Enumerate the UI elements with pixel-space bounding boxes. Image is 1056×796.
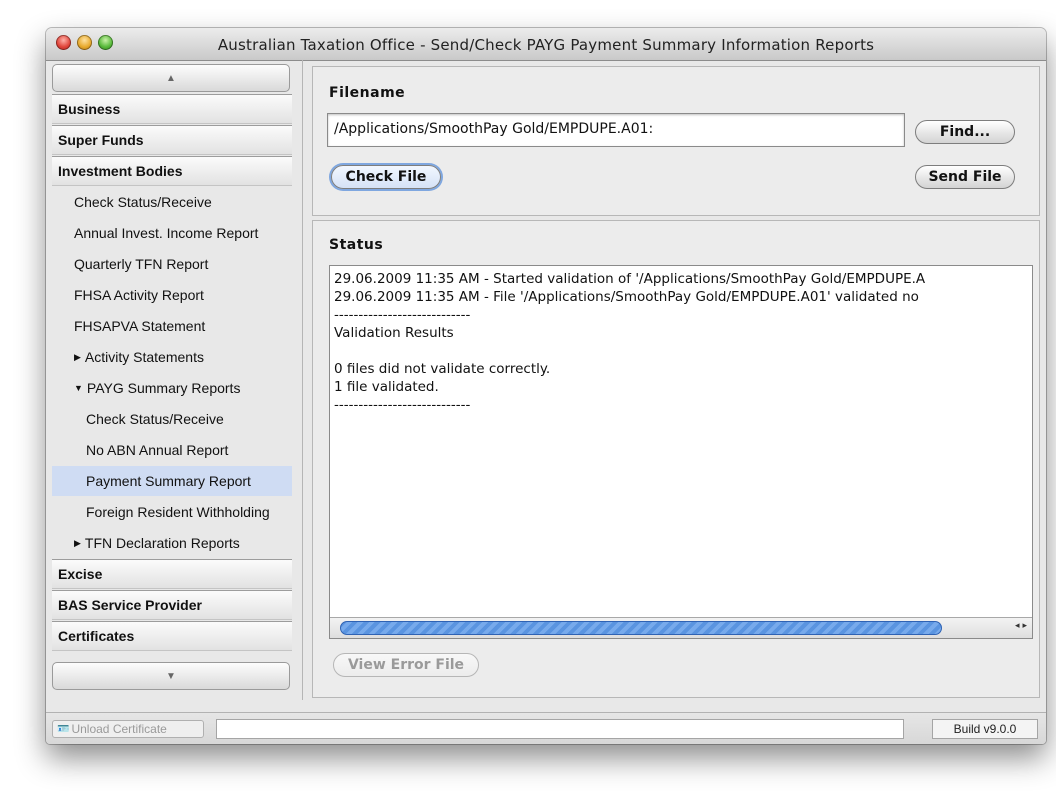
sidebar-item-label: FHSAPVA Statement	[74, 318, 206, 334]
sidebar-item-label: BAS Service Provider	[58, 597, 202, 613]
sidebar-item-label: Annual Invest. Income Report	[74, 225, 259, 241]
sidebar-item-no-abn-annual-report[interactable]: No ABN Annual Report	[52, 435, 292, 465]
disclosure-expanded-icon[interactable]: ▼	[74, 383, 83, 393]
view-error-file-button[interactable]: View Error File	[333, 653, 479, 677]
status-pane: Status 29.06.2009 11:35 AM - Started val…	[312, 220, 1040, 698]
unload-certificate-label: Unload Certificate	[71, 722, 167, 736]
sidebar-item-label: Business	[58, 101, 121, 117]
sidebar-item-label: Certificates	[58, 628, 135, 644]
status-log-line: 0 files did not validate correctly.	[334, 361, 551, 377]
sidebar-item-label: Check Status/Receive	[74, 194, 212, 210]
sidebar-item-quarterly-tfn-report[interactable]: Quarterly TFN Report	[52, 249, 292, 279]
sidebar-item-activity-statements[interactable]: ▶ Activity Statements	[52, 342, 292, 372]
status-log-line: 29.06.2009 11:35 AM - File '/Application…	[334, 289, 919, 305]
sidebar-item-label: Investment Bodies	[58, 163, 183, 179]
status-log-line: Validation Results	[334, 325, 454, 341]
status-log-line: 29.06.2009 11:35 AM - Started validation…	[334, 271, 926, 287]
sidebar-item-label: Activity Statements	[84, 349, 204, 365]
build-version: Build v9.0.0	[932, 719, 1038, 739]
sidebar-item-label: Excise	[58, 566, 103, 582]
sidebar-item-label: TFN Declaration Reports	[84, 535, 240, 551]
disclosure-collapsed-icon[interactable]: ▶	[74, 538, 81, 549]
check-file-button[interactable]: Check File	[331, 165, 441, 189]
status-log-line: 1 file validated.	[334, 379, 439, 395]
filename-label: Filename	[329, 85, 406, 101]
app-window: Australian Taxation Office - Send/Check …	[46, 28, 1046, 744]
sidebar-item-label: Quarterly TFN Report	[74, 256, 209, 272]
sidebar-section-certificates[interactable]: Certificates	[52, 621, 292, 651]
sidebar-item-foreign-resident-withholding[interactable]: Foreign Resident Withholding	[52, 497, 292, 527]
sidebar-item-payment-summary-report[interactable]: Payment Summary Report	[52, 466, 292, 496]
filename-input[interactable]: /Applications/SmoothPay Gold/EMPDUPE.A01…	[327, 113, 905, 147]
sidebar-section-bas-service-provider[interactable]: BAS Service Provider	[52, 590, 292, 620]
status-message-field	[216, 719, 904, 739]
status-log-line	[334, 342, 925, 360]
sidebar-item-annual-invest-income-report[interactable]: Annual Invest. Income Report	[52, 218, 292, 248]
sidebar-item-check-status-receive[interactable]: Check Status/Receive	[52, 404, 292, 434]
filename-pane: Filename /Applications/SmoothPay Gold/EM…	[312, 66, 1040, 216]
sidebar-section-excise[interactable]: Excise	[52, 559, 292, 589]
certificate-icon: 🪪	[57, 723, 70, 735]
status-log[interactable]: 29.06.2009 11:35 AM - Started validation…	[329, 265, 1033, 639]
sidebar-item-fhsa-activity-report[interactable]: FHSA Activity Report	[52, 280, 292, 310]
sidebar-item-label: Foreign Resident Withholding	[86, 504, 270, 520]
disclosure-collapsed-icon[interactable]: ▶	[74, 352, 81, 363]
sidebar-item-payg-summary-reports[interactable]: ▼ PAYG Summary Reports	[52, 373, 292, 403]
bottom-status-bar: 🪪 Unload Certificate Build v9.0.0	[46, 712, 1046, 744]
status-label: Status	[329, 237, 384, 253]
sidebar-scroll-down-button[interactable]: ▼	[52, 662, 290, 690]
sidebar-item-tfn-declaration-reports[interactable]: ▶ TFN Declaration Reports	[52, 528, 292, 558]
status-horizontal-scrollbar[interactable]: ◂▸	[330, 617, 1032, 638]
sidebar-section-investment-bodies[interactable]: Investment Bodies	[52, 156, 292, 186]
sidebar-item-fhsapva-statement[interactable]: FHSAPVA Statement	[52, 311, 292, 341]
sidebar-item-label: Super Funds	[58, 132, 144, 148]
triangle-down-icon: ▼	[166, 670, 176, 682]
sidebar-section-business[interactable]: Business	[52, 94, 292, 124]
scrollbar-thumb[interactable]	[340, 621, 942, 635]
status-log-line: ----------------------------	[334, 397, 471, 413]
sidebar-item-label: FHSA Activity Report	[74, 287, 204, 303]
unload-certificate-button[interactable]: 🪪 Unload Certificate	[52, 720, 204, 738]
sidebar-item-label: No ABN Annual Report	[86, 442, 229, 458]
triangle-up-icon: ▲	[166, 72, 176, 84]
sidebar: ▲ Business Super Funds Investment Bodies Ch…	[52, 60, 292, 692]
title-bar[interactable]: Australian Taxation Office - Send/Check …	[46, 28, 1046, 61]
sidebar-section-super-funds[interactable]: Super Funds	[52, 125, 292, 155]
window-title: Australian Taxation Office - Send/Check …	[217, 36, 875, 54]
sidebar-item-label: Payment Summary Report	[86, 473, 251, 489]
send-file-button[interactable]: Send File	[915, 165, 1015, 189]
status-log-text: 29.06.2009 11:35 AM - Started validation…	[334, 270, 925, 414]
sidebar-item-label: PAYG Summary Reports	[86, 380, 241, 396]
sidebar-item-label: Check Status/Receive	[86, 411, 224, 427]
find-button[interactable]: Find...	[915, 120, 1015, 144]
status-log-line: ----------------------------	[334, 307, 471, 323]
sidebar-item-check-status-receive[interactable]: Check Status/Receive	[52, 187, 292, 217]
split-divider[interactable]	[302, 60, 303, 700]
scroll-arrows-icon[interactable]: ◂▸	[1015, 620, 1030, 631]
sidebar-scroll-up-button[interactable]: ▲	[52, 64, 290, 92]
